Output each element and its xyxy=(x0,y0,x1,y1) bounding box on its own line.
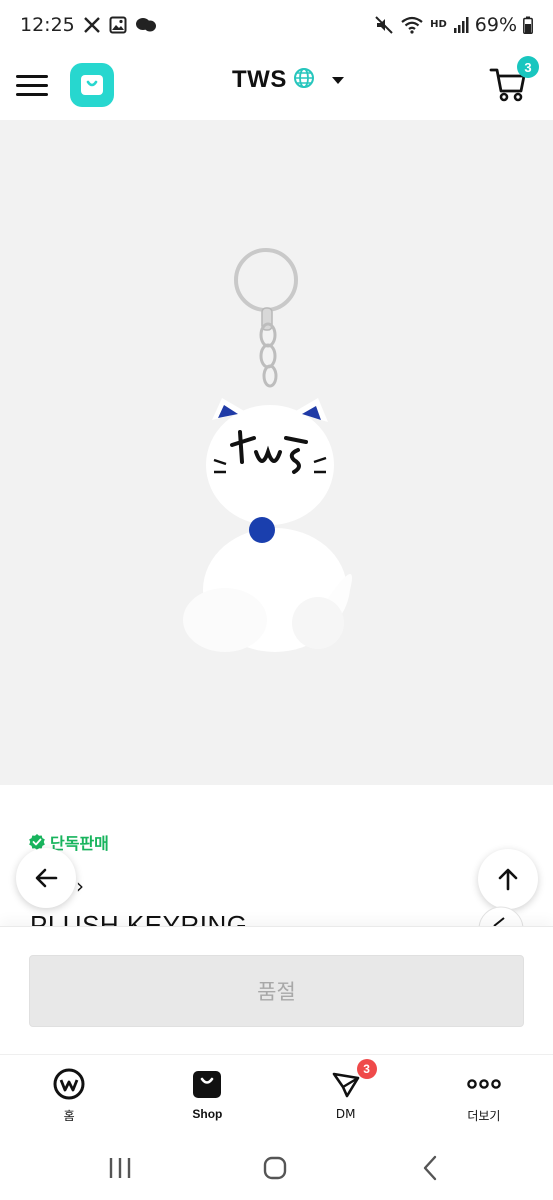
dm-icon: 3 xyxy=(329,1059,377,1101)
breadcrumb-chevron[interactable]: › xyxy=(76,874,84,898)
product-image[interactable] xyxy=(0,120,553,785)
hamburger-menu-icon[interactable] xyxy=(16,69,48,101)
chat-bubble-icon xyxy=(135,16,157,34)
nav-label-dm: DM xyxy=(335,1107,356,1121)
signal-icon xyxy=(453,16,469,34)
cart-count-badge: 3 xyxy=(517,56,539,78)
nav-item-more[interactable]: 더보기 xyxy=(415,1055,553,1136)
gallery-icon xyxy=(109,16,127,34)
scroll-to-top-button[interactable] xyxy=(478,849,538,909)
artist-selector[interactable]: TWS xyxy=(232,62,345,98)
chevron-down-icon xyxy=(331,71,345,90)
battery-percent: 69% xyxy=(474,14,517,36)
back-button[interactable] xyxy=(16,848,76,908)
shop-bag-icon xyxy=(190,1067,224,1101)
nav-label-home: 홈 xyxy=(63,1109,75,1123)
sold-out-button[interactable]: 품절 xyxy=(29,955,524,1027)
bottom-nav: 홈 Shop 3 DM 더보기 xyxy=(0,1054,553,1136)
arrow-left-icon xyxy=(35,868,58,888)
plush-cat-keyring-image xyxy=(183,248,352,652)
hd-voice-label: HD xyxy=(430,19,447,30)
cart-button[interactable]: 3 xyxy=(489,56,539,104)
status-time: 12:25 xyxy=(20,14,75,36)
arrow-up-icon xyxy=(498,868,518,891)
nav-item-shop[interactable]: Shop xyxy=(138,1055,276,1136)
artist-name: TWS xyxy=(232,66,287,93)
share-button[interactable] xyxy=(478,906,524,926)
x-app-icon xyxy=(83,16,101,34)
mute-icon xyxy=(374,16,394,34)
system-nav-bar xyxy=(0,1136,553,1200)
app-header: TWS 3 xyxy=(0,50,553,120)
globe-icon xyxy=(293,67,315,93)
nav-item-dm[interactable]: 3 DM xyxy=(277,1055,415,1136)
wifi-icon xyxy=(400,16,424,34)
nav-item-home[interactable]: 홈 xyxy=(0,1055,138,1136)
dm-count-badge: 3 xyxy=(356,1059,377,1079)
weverse-home-icon xyxy=(52,1067,86,1101)
back-nav-icon[interactable] xyxy=(410,1154,450,1182)
product-title: PLUSH KEYRING xyxy=(30,910,248,926)
weverse-shop-logo[interactable] xyxy=(70,63,114,107)
nav-label-more: 더보기 xyxy=(467,1109,501,1123)
share-icon xyxy=(478,906,524,926)
nav-label-shop: Shop xyxy=(192,1107,223,1121)
more-icon xyxy=(467,1067,501,1101)
purchase-bar: 품절 xyxy=(0,926,553,1054)
status-bar: 12:25 HD 69% xyxy=(0,0,553,50)
home-icon[interactable] xyxy=(255,1154,295,1182)
battery-icon xyxy=(523,16,533,34)
recent-apps-icon[interactable] xyxy=(100,1154,140,1182)
